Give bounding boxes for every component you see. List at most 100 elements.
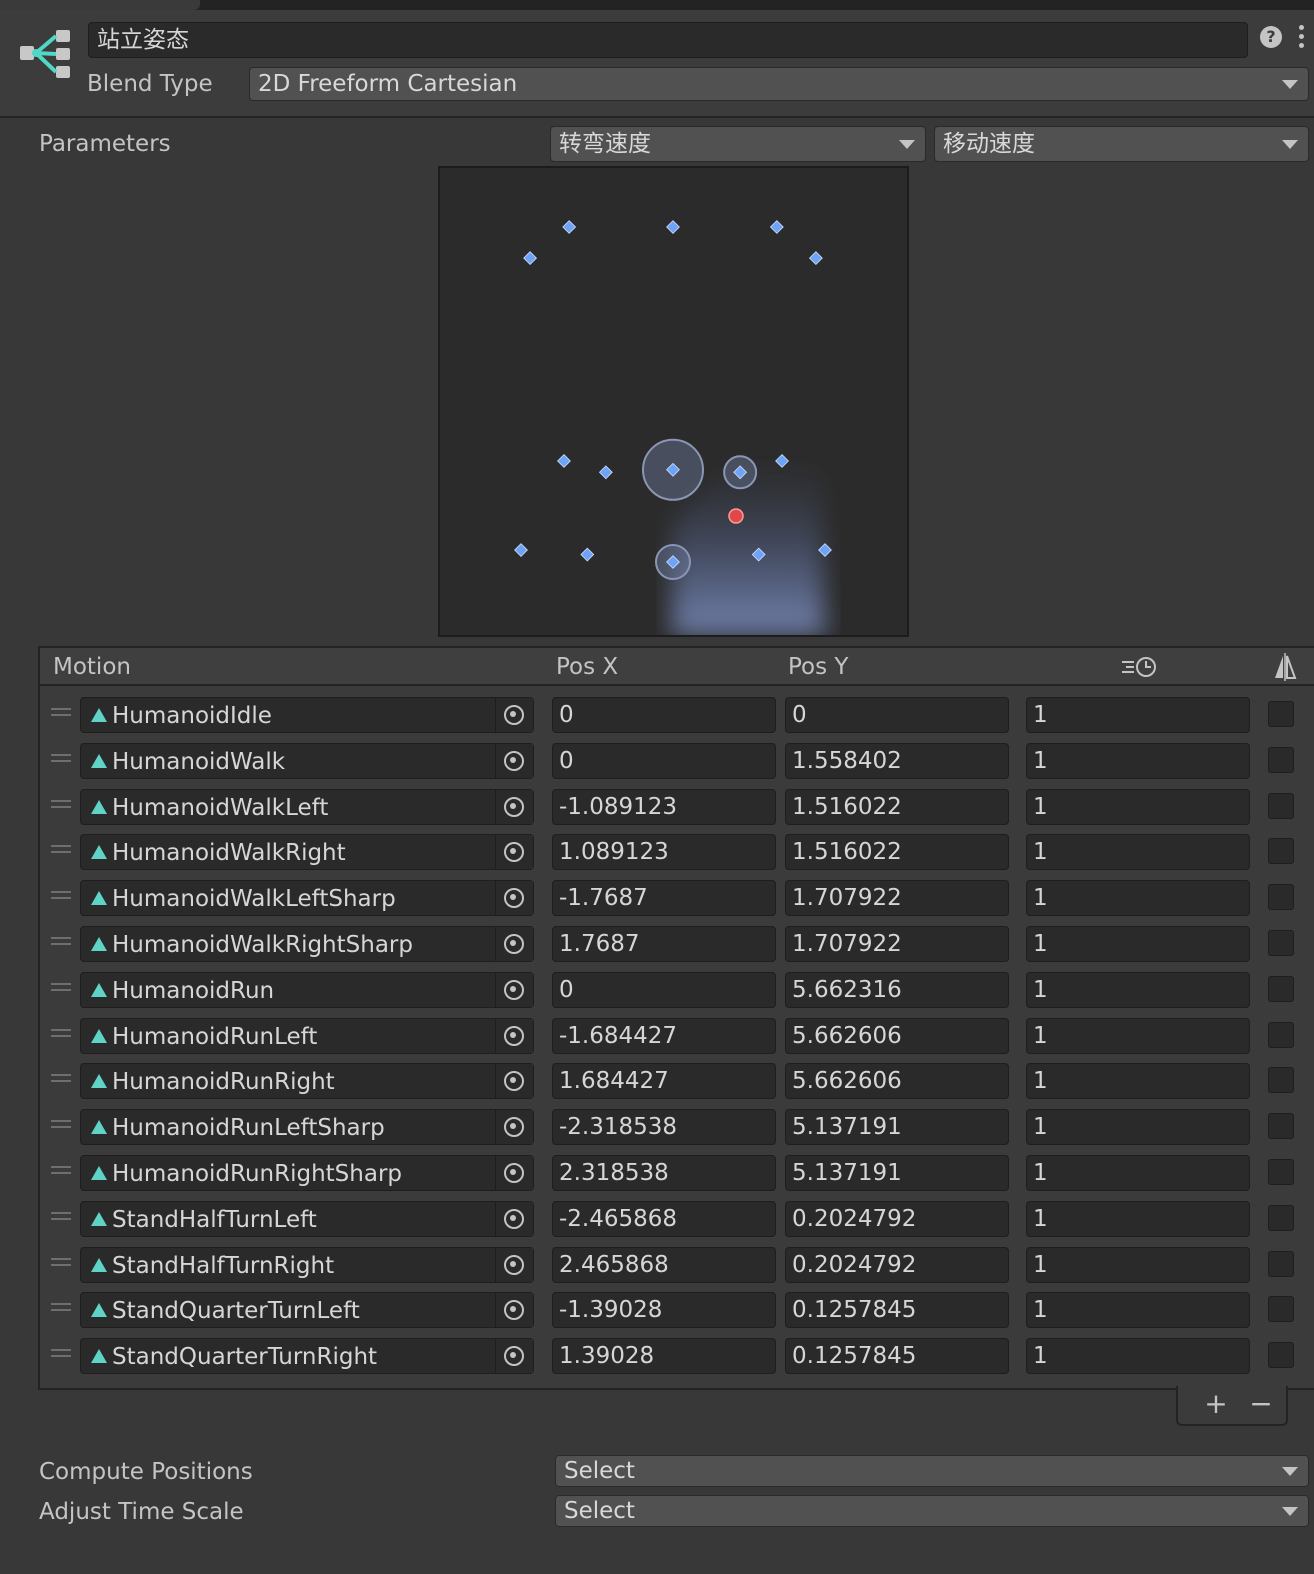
mirror-checkbox[interactable]: [1268, 884, 1294, 911]
object-picker-icon[interactable]: [495, 1247, 533, 1282]
pos-y-field[interactable]: 0.2024792: [785, 1200, 1009, 1237]
compute-positions-dropdown[interactable]: Select: [555, 1455, 1309, 1487]
state-name-field[interactable]: 站立姿态: [88, 22, 1248, 58]
motion-clip-field[interactable]: HumanoidIdle: [80, 697, 534, 733]
pos-y-field[interactable]: 1.707922: [785, 880, 1009, 917]
mirror-checkbox[interactable]: [1268, 1296, 1294, 1323]
remove-motion-button[interactable]: −: [1244, 1388, 1278, 1422]
drag-handle-icon[interactable]: [51, 845, 71, 855]
object-picker-icon[interactable]: [495, 881, 533, 916]
motion-clip-field[interactable]: HumanoidRunRight: [80, 1063, 534, 1100]
blend-type-dropdown[interactable]: 2D Freeform Cartesian: [249, 67, 1309, 101]
parameter-y-dropdown[interactable]: 移动速度: [934, 126, 1309, 162]
motion-clip-field[interactable]: StandQuarterTurnRight: [80, 1338, 534, 1375]
time-scale-field[interactable]: 1: [1026, 1246, 1250, 1283]
object-picker-icon[interactable]: [495, 1064, 533, 1099]
motion-clip-field[interactable]: HumanoidRunLeftSharp: [80, 1109, 534, 1146]
time-scale-field[interactable]: 1: [1026, 1155, 1250, 1191]
drag-handle-icon[interactable]: [51, 708, 71, 718]
mirror-checkbox[interactable]: [1268, 701, 1294, 727]
time-scale-field[interactable]: 1: [1026, 742, 1250, 779]
time-scale-field[interactable]: 1: [1026, 1063, 1250, 1100]
mirror-checkbox[interactable]: [1268, 1342, 1294, 1369]
pos-x-field[interactable]: -1.7687: [552, 880, 776, 917]
mirror-checkbox[interactable]: [1268, 1250, 1294, 1277]
drag-handle-icon[interactable]: [51, 1303, 71, 1313]
pos-y-field[interactable]: 5.662316: [785, 971, 1009, 1008]
pos-y-field[interactable]: 5.662606: [785, 1063, 1009, 1100]
time-scale-field[interactable]: 1: [1026, 834, 1250, 871]
object-picker-icon[interactable]: [495, 1110, 533, 1145]
time-scale-field[interactable]: 1: [1026, 788, 1250, 825]
parameter-x-dropdown[interactable]: 转弯速度: [550, 126, 926, 162]
pos-x-field[interactable]: 1.39028: [552, 1338, 776, 1375]
object-picker-icon[interactable]: [495, 743, 533, 778]
drag-handle-icon[interactable]: [51, 1257, 71, 1268]
adjust-time-scale-dropdown[interactable]: Select: [555, 1495, 1309, 1527]
object-picker-icon[interactable]: [495, 789, 533, 824]
pos-x-field[interactable]: 2.318538: [552, 1155, 776, 1191]
pos-x-field[interactable]: 0: [552, 742, 776, 779]
motion-clip-field[interactable]: HumanoidRun: [80, 971, 534, 1008]
pos-x-field[interactable]: -1.684427: [552, 1017, 776, 1054]
object-picker-icon[interactable]: [495, 1201, 533, 1236]
object-picker-icon[interactable]: [495, 927, 533, 961]
pos-x-field[interactable]: -1.39028: [552, 1292, 776, 1329]
time-scale-field[interactable]: 1: [1026, 1292, 1250, 1329]
more-options-icon[interactable]: [1296, 22, 1306, 52]
pos-y-field[interactable]: 1.707922: [785, 926, 1009, 962]
pos-x-field[interactable]: 1.7687: [552, 926, 776, 962]
object-picker-icon[interactable]: [495, 698, 533, 732]
drag-handle-icon[interactable]: [51, 1120, 71, 1130]
object-picker-icon[interactable]: [495, 972, 533, 1007]
time-scale-field[interactable]: 1: [1026, 1200, 1250, 1237]
time-scale-field[interactable]: 1: [1026, 1017, 1250, 1054]
pos-y-field[interactable]: 1.516022: [785, 834, 1009, 871]
pos-x-field[interactable]: -2.318538: [552, 1109, 776, 1146]
mirror-checkbox[interactable]: [1268, 1204, 1294, 1231]
pos-x-field[interactable]: 0: [552, 971, 776, 1008]
mirror-checkbox[interactable]: [1268, 930, 1294, 956]
object-picker-icon[interactable]: [495, 1339, 533, 1374]
motion-clip-field[interactable]: HumanoidWalkRightSharp: [80, 926, 534, 962]
motion-clip-field[interactable]: HumanoidWalk: [80, 742, 534, 779]
drag-handle-icon[interactable]: [51, 891, 71, 901]
pos-y-field[interactable]: 0.1257845: [785, 1292, 1009, 1329]
mirror-checkbox[interactable]: [1268, 1021, 1294, 1048]
object-picker-icon[interactable]: [495, 1156, 533, 1190]
time-scale-field[interactable]: 1: [1026, 1338, 1250, 1375]
drag-handle-icon[interactable]: [51, 1349, 71, 1359]
blend-graph[interactable]: [438, 166, 909, 637]
motion-clip-field[interactable]: HumanoidRunRightSharp: [80, 1155, 534, 1191]
pos-x-field[interactable]: 1.089123: [552, 834, 776, 871]
pos-x-field[interactable]: 1.684427: [552, 1063, 776, 1100]
mirror-checkbox[interactable]: [1268, 746, 1294, 773]
object-picker-icon[interactable]: [495, 1018, 533, 1053]
add-motion-button[interactable]: +: [1198, 1388, 1234, 1422]
drag-handle-icon[interactable]: [51, 1074, 71, 1084]
mirror-checkbox[interactable]: [1268, 1113, 1294, 1140]
time-scale-field[interactable]: 1: [1026, 1109, 1250, 1146]
drag-handle-icon[interactable]: [51, 753, 71, 764]
drag-handle-icon[interactable]: [51, 1166, 71, 1176]
pos-x-field[interactable]: 0: [552, 697, 776, 733]
object-picker-icon[interactable]: [495, 835, 533, 870]
inspector-tab[interactable]: [0, 0, 200, 10]
pos-y-field[interactable]: 5.137191: [785, 1155, 1009, 1191]
mirror-checkbox[interactable]: [1268, 838, 1294, 865]
pos-y-field[interactable]: 0.2024792: [785, 1246, 1009, 1283]
pos-x-field[interactable]: -1.089123: [552, 788, 776, 825]
drag-handle-icon[interactable]: [51, 1028, 71, 1039]
mirror-checkbox[interactable]: [1268, 1067, 1294, 1094]
time-scale-field[interactable]: 1: [1026, 926, 1250, 962]
pos-x-field[interactable]: 2.465868: [552, 1246, 776, 1283]
motion-clip-field[interactable]: StandHalfTurnLeft: [80, 1200, 534, 1237]
mirror-checkbox[interactable]: [1268, 1159, 1294, 1185]
pos-y-field[interactable]: 0: [785, 697, 1009, 733]
motion-clip-field[interactable]: HumanoidWalkLeft: [80, 788, 534, 825]
help-icon[interactable]: ?: [1260, 26, 1282, 48]
drag-handle-icon[interactable]: [51, 799, 71, 810]
time-scale-field[interactable]: 1: [1026, 697, 1250, 733]
drag-handle-icon[interactable]: [51, 982, 71, 993]
pos-y-field[interactable]: 1.558402: [785, 742, 1009, 779]
